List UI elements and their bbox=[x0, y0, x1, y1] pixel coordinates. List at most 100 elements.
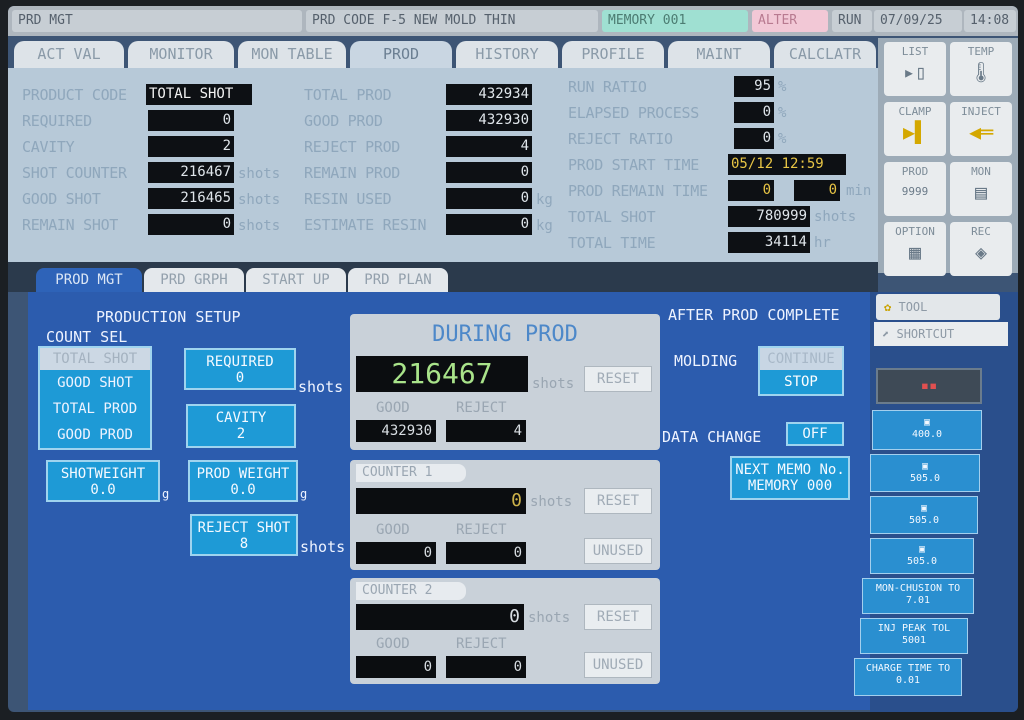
shot-counter-value: 216467 bbox=[148, 162, 234, 183]
prod-weight-label: PROD WEIGHT bbox=[196, 466, 290, 482]
menu-prod-button[interactable]: PROD 9999 bbox=[884, 162, 946, 216]
during-prod-panel: DURING PROD 216467 shots RESET GOOD REJE… bbox=[350, 314, 660, 450]
count-option-good-shot[interactable]: GOOD SHOT bbox=[40, 370, 150, 396]
estimate-resin-unit: kg bbox=[536, 218, 553, 234]
good-shot-unit: shots bbox=[238, 192, 281, 208]
shortcut-3-value: 505.0 bbox=[908, 515, 940, 526]
remain-shot-unit: shots bbox=[238, 218, 281, 234]
shot-counter-label: SHOT COUNTER bbox=[22, 164, 127, 182]
shortcut-button-7[interactable]: CHARGE TIME TO 0.01 bbox=[854, 658, 962, 696]
tab-history[interactable]: HISTORY bbox=[456, 41, 558, 68]
machine-screen: PRD MGT PRD CODE F-5 NEW MOLD THIN MEMOR… bbox=[8, 6, 1018, 712]
total-prod-value: 432934 bbox=[446, 84, 532, 105]
tab-profile[interactable]: PROFILE bbox=[562, 41, 664, 68]
counter-1-panel: COUNTER 1 0 shots RESET GOOD REJECT 0 0 … bbox=[350, 460, 660, 570]
list-icon: ▸▯ bbox=[902, 60, 928, 84]
product-code-value[interactable]: TOTAL SHOT bbox=[146, 84, 252, 105]
shortcut-button-4[interactable]: ▣ 505.0 bbox=[870, 538, 974, 574]
menu-rec-label: REC bbox=[971, 225, 991, 238]
tab-mon-table[interactable]: MON TABLE bbox=[238, 41, 346, 68]
prod-remain-time-unit: min bbox=[846, 183, 872, 199]
prod-weight-button[interactable]: PROD WEIGHT 0.0 bbox=[188, 460, 298, 502]
menu-inject-button[interactable]: INJECT ◀═ bbox=[950, 102, 1012, 156]
next-memo-label: NEXT MEMO No. bbox=[735, 462, 845, 478]
during-prod-reset-button[interactable]: RESET bbox=[584, 366, 652, 392]
counter-2-reset-button[interactable]: RESET bbox=[584, 604, 652, 630]
required-button[interactable]: REQUIRED 0 bbox=[184, 348, 296, 390]
cavity-setup-label: CAVITY bbox=[215, 410, 267, 426]
run-indicator: RUN bbox=[832, 10, 872, 32]
counter-2-panel: COUNTER 2 0 shots RESET GOOD REJECT 0 0 … bbox=[350, 578, 660, 684]
shortcut-button-1[interactable]: ▣ 400.0 bbox=[872, 410, 982, 450]
shortcut-tab[interactable]: ⬈ SHORTCUT bbox=[874, 322, 1008, 346]
shortcut-empty-slot[interactable]: ▪▪ bbox=[876, 368, 982, 404]
count-select-list: TOTAL SHOT GOOD SHOT TOTAL PROD GOOD PRO… bbox=[38, 346, 152, 450]
menu-option-button[interactable]: OPTION ▦ bbox=[884, 222, 946, 276]
tab-monitor[interactable]: MONITOR bbox=[128, 41, 234, 68]
monitor-icon: ▤ bbox=[974, 180, 988, 204]
cavity-value: 2 bbox=[148, 136, 234, 157]
prod-weight-value: 0.0 bbox=[230, 482, 256, 498]
shortcut-button-5[interactable]: MON-CHUSION TO 7.01 bbox=[862, 578, 974, 614]
tab-prd-plan[interactable]: PRD PLAN bbox=[348, 268, 448, 292]
menu-list-button[interactable]: LIST ▸▯ bbox=[884, 42, 946, 96]
production-setup-title: PRODUCTION SETUP bbox=[96, 308, 241, 326]
molding-stop-option[interactable]: STOP bbox=[760, 370, 842, 394]
required-unit: shots bbox=[298, 378, 344, 396]
gear-icon: ✿ bbox=[884, 300, 892, 314]
menu-mon-button[interactable]: MON ▤ bbox=[950, 162, 1012, 216]
shortcut-button-3[interactable]: ▣ 505.0 bbox=[870, 496, 978, 534]
tab-calclatr[interactable]: CALCLATR bbox=[774, 41, 876, 68]
shortcut-2-value: 505.0 bbox=[909, 473, 941, 484]
counter-2-unit: shots bbox=[528, 610, 571, 626]
next-memo-button[interactable]: NEXT MEMO No. MEMORY 000 bbox=[730, 456, 850, 500]
tab-act-val[interactable]: ACT VAL bbox=[14, 41, 124, 68]
record-icon: ◈ bbox=[974, 240, 988, 264]
function-menu: LIST ▸▯ TEMP 🌡 CLAMP ▶▌ INJECT ◀═ PROD 9999 M… bbox=[878, 38, 1018, 276]
required-label: REQUIRED bbox=[22, 112, 92, 130]
shortcut-button-6[interactable]: INJ PEAK TOL 5001 bbox=[860, 618, 968, 654]
shortcut-panel: ✿ TOOL ⬈ SHORTCUT ▪▪ ▣ 400.0 ▣ 505.0 ▣ 505.… bbox=[854, 292, 1018, 712]
tool-tab[interactable]: ✿ TOOL bbox=[876, 294, 1000, 320]
counter-2-status-button[interactable]: UNUSED bbox=[584, 652, 652, 678]
reject-shot-button[interactable]: REJECT SHOT 8 bbox=[190, 514, 298, 556]
menu-rec-button[interactable]: REC ◈ bbox=[950, 222, 1012, 276]
reject-prod-value: 4 bbox=[446, 136, 532, 157]
tab-prd-grph[interactable]: PRD GRPH bbox=[144, 268, 244, 292]
shortcut-button-2[interactable]: ▣ 505.0 bbox=[870, 454, 980, 492]
count-option-total-prod[interactable]: TOTAL PROD bbox=[40, 396, 150, 422]
count-option-total-shot[interactable]: TOTAL SHOT bbox=[40, 348, 150, 370]
memory-indicator: MEMORY 001 bbox=[602, 10, 748, 32]
counter-1-reset-button[interactable]: RESET bbox=[584, 488, 652, 514]
prod-remain-minutes-value: 0 bbox=[794, 180, 840, 201]
data-change-toggle[interactable]: OFF bbox=[786, 422, 844, 446]
tab-maint[interactable]: MAINT bbox=[668, 41, 770, 68]
cavity-button[interactable]: CAVITY 2 bbox=[186, 404, 296, 448]
shot-weight-button[interactable]: SHOTWEIGHT 0.0 bbox=[46, 460, 160, 502]
molding-continue-option[interactable]: CONTINUE bbox=[760, 348, 842, 370]
tab-prod-mgt[interactable]: PROD MGT bbox=[36, 268, 142, 292]
screen-mode: PRD MGT bbox=[12, 10, 302, 32]
tab-prod[interactable]: PROD bbox=[350, 41, 452, 68]
tab-start-up[interactable]: START UP bbox=[246, 268, 346, 292]
during-good-value: 432930 bbox=[356, 420, 436, 442]
shortcut-4-value: 505.0 bbox=[906, 556, 938, 567]
counter-1-status-button[interactable]: UNUSED bbox=[584, 538, 652, 564]
shortcut-1-value: 400.0 bbox=[911, 429, 943, 440]
prod-start-time-value: 05/12 12:59 bbox=[728, 154, 846, 175]
clamp-icon: ▶▌ bbox=[902, 120, 928, 144]
during-prod-title: DURING PROD bbox=[432, 322, 578, 347]
thermometer-icon: 🌡 bbox=[968, 60, 994, 84]
status-bar: PRD MGT PRD CODE F-5 NEW MOLD THIN MEMOR… bbox=[8, 6, 1018, 36]
menu-temp-button[interactable]: TEMP 🌡 bbox=[950, 42, 1012, 96]
count-option-good-prod[interactable]: GOOD PROD bbox=[40, 422, 150, 448]
remain-shot-label: REMAIN SHOT bbox=[22, 216, 119, 234]
option-icon: ▦ bbox=[908, 240, 922, 264]
good-shot-value: 216465 bbox=[148, 188, 234, 209]
run-ratio-value: 95 bbox=[734, 76, 774, 97]
total-time-unit: hr bbox=[814, 235, 831, 251]
menu-clamp-button[interactable]: CLAMP ▶▌ bbox=[884, 102, 946, 156]
time-display: 14:08 bbox=[964, 10, 1016, 32]
total-shot-value: 780999 bbox=[728, 206, 810, 227]
counter-1-reject-value: 0 bbox=[446, 542, 526, 564]
